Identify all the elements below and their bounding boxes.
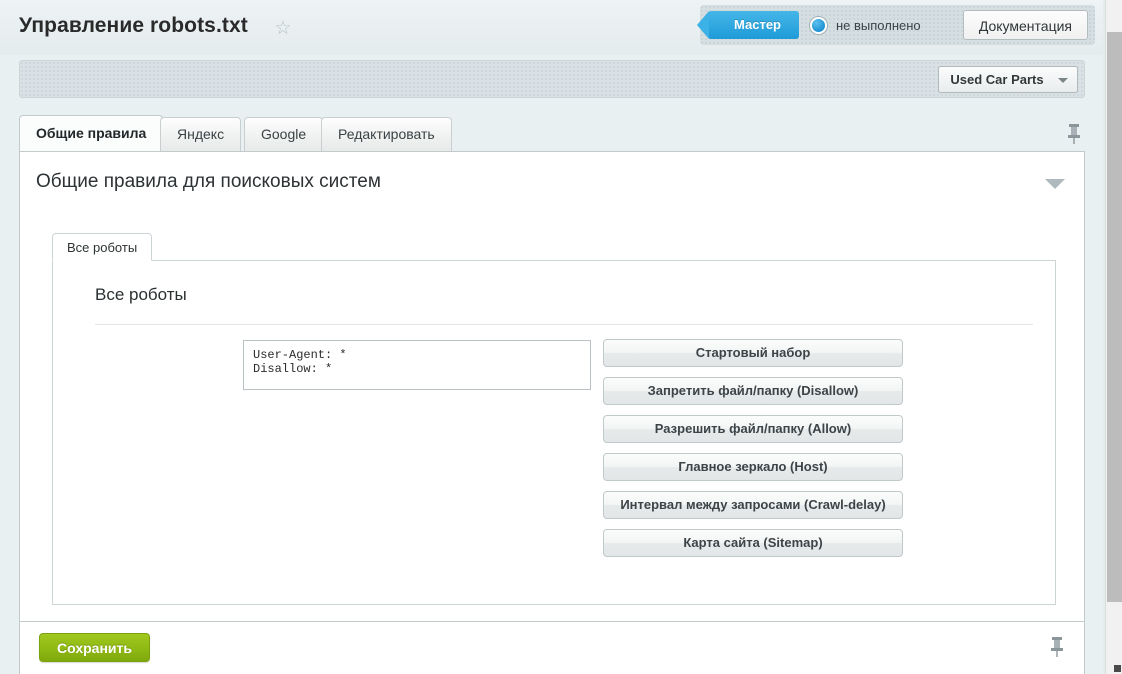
chevron-down-icon <box>1058 78 1068 83</box>
tab-google[interactable]: Google <box>244 117 323 151</box>
chevron-down-icon[interactable] <box>1045 179 1065 189</box>
status-dot-icon <box>810 17 827 34</box>
wizard-button[interactable]: Мастер <box>708 11 799 39</box>
host-button[interactable]: Главное зеркало (Host) <box>603 453 903 481</box>
allow-button[interactable]: Разрешить файл/папку (Allow) <box>603 415 903 443</box>
crawl-delay-button[interactable]: Интервал между запросами (Crawl-delay) <box>603 491 903 519</box>
page-root: Управление robots.txt ☆ Мастер не выполн… <box>0 0 1103 674</box>
disallow-button[interactable]: Запретить файл/папку (Disallow) <box>603 377 903 405</box>
action-buttons-column: Стартовый набор Запретить файл/папку (Di… <box>603 339 903 567</box>
main-tabbar: Общие правила Яндекс Google Редактироват… <box>19 117 1085 151</box>
pushpin-icon[interactable] <box>1066 123 1082 145</box>
inner-tab-vse-roboty[interactable]: Все роботы <box>52 233 152 261</box>
star-icon[interactable]: ☆ <box>273 19 293 39</box>
scrollbar-thumb[interactable] <box>1107 32 1122 602</box>
inner-panel: Все роботы User-Agent: * Disallow: * Ста… <box>52 260 1056 605</box>
main-content-panel: Общие правила для поисковых систем Все р… <box>19 151 1085 622</box>
site-select-dropdown[interactable]: Used Car Parts <box>938 66 1078 93</box>
tab-redaktirovat[interactable]: Редактировать <box>321 117 452 151</box>
section-title: Общие правила для поисковых систем <box>36 171 381 193</box>
resize-corner <box>1114 665 1121 672</box>
site-select-value: Used Car Parts <box>939 67 1055 94</box>
sitemap-button[interactable]: Карта сайта (Sitemap) <box>603 529 903 557</box>
tab-yandex[interactable]: Яндекс <box>160 117 241 151</box>
documentation-button[interactable]: Документация <box>963 10 1088 40</box>
startovyj-nabor-button[interactable]: Стартовый набор <box>603 339 903 367</box>
page-title: Управление robots.txt <box>19 14 248 38</box>
tab-obshchie-pravila[interactable]: Общие правила <box>19 115 163 151</box>
status-label: не выполнено <box>836 18 921 33</box>
vertical-scrollbar[interactable] <box>1105 0 1122 674</box>
rules-textarea[interactable]: User-Agent: * Disallow: * <box>243 340 591 390</box>
footer-bar: Сохранить <box>19 622 1085 674</box>
save-button[interactable]: Сохранить <box>39 633 150 662</box>
site-toolbar: Used Car Parts <box>19 60 1085 98</box>
divider <box>95 324 1033 325</box>
page-header: Управление robots.txt ☆ Мастер не выполн… <box>0 0 1103 55</box>
pushpin-icon[interactable] <box>1049 636 1065 658</box>
inner-panel-title: Все роботы <box>95 285 187 305</box>
section-header: Общие правила для поисковых систем <box>20 152 1084 216</box>
header-tools-group: Мастер не выполнено Документация <box>700 5 1095 45</box>
status-badge[interactable]: не выполнено <box>810 11 921 39</box>
